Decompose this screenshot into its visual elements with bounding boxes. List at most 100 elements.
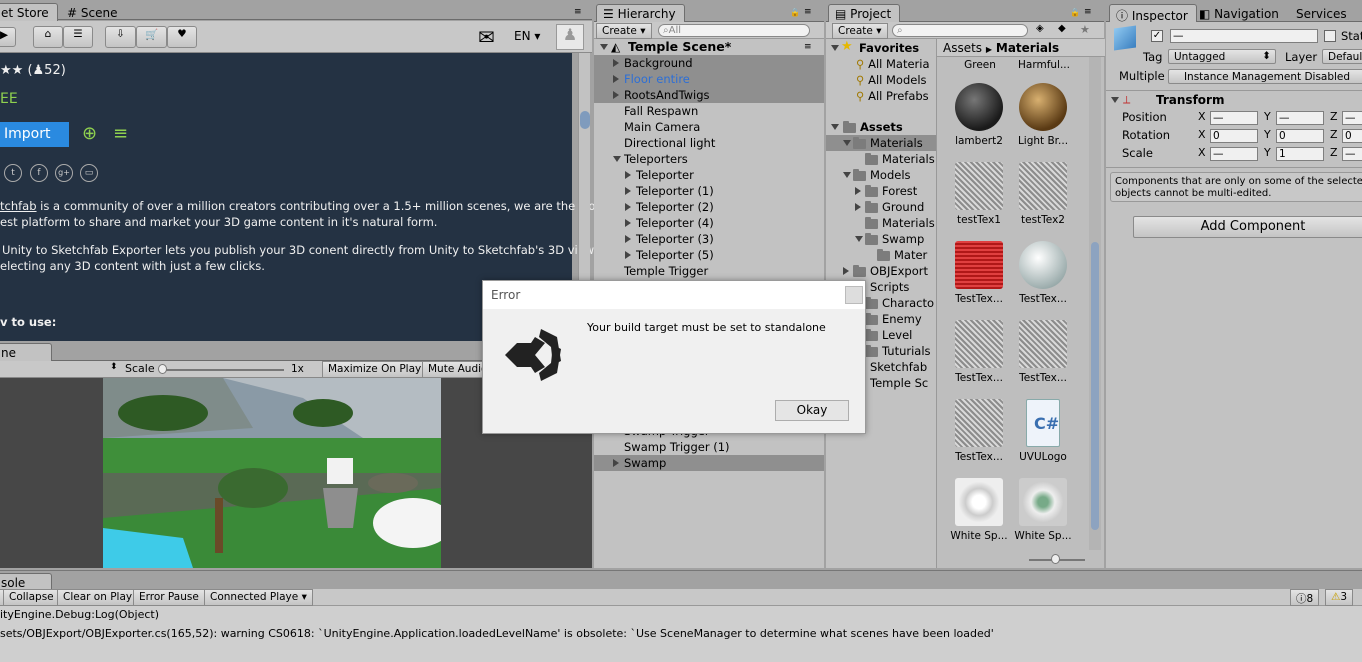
google-plus-icon[interactable]: g+ [55,164,73,182]
transform-header[interactable]: ⟂ Transform [1106,92,1362,108]
expand-down-icon[interactable] [855,236,863,242]
asset-thumbnail[interactable] [1019,241,1067,289]
transform-pos-z-field[interactable]: — [1342,111,1362,125]
static-checkbox[interactable] [1324,30,1336,42]
error-pause-toggle[interactable]: Error Pause [133,589,205,606]
console-log[interactable]: ityEngine.Debug:Log(Object) sets/OBJExpo… [0,606,1362,662]
mail-icon[interactable]: ✉ [478,25,495,49]
hierarchy-item[interactable]: Background [594,55,824,71]
project-folder-item[interactable]: Forest [826,183,936,199]
favorite-item[interactable]: ⚲ All Materia [856,56,930,72]
hierarchy-item[interactable]: Floor entire [594,71,824,87]
project-folder-item[interactable]: Models [826,167,936,183]
filter-label-icon[interactable]: ◆ [1058,23,1066,34]
asset-thumbnail[interactable] [1019,83,1067,131]
home-button[interactable]: ⌂ [33,26,63,48]
tab-navigation[interactable]: ◧ Navigation [1192,4,1288,22]
transform-rot-z-field[interactable]: 0 [1342,129,1362,143]
transform-scl-z-field[interactable]: — [1342,147,1362,161]
warning-count-toggle[interactable]: ⚠3 [1325,589,1354,606]
twitter-icon[interactable]: t [4,164,22,182]
hierarchy-item[interactable]: Fall Respawn [594,103,824,119]
tab-project[interactable]: ▤ Project [828,4,901,22]
breadcrumb-root[interactable]: Assets [943,41,982,55]
expand-down-icon[interactable] [613,156,621,162]
asset-thumbnail[interactable] [955,320,1003,368]
favorite-item[interactable]: ⚲ All Models [856,72,927,88]
project-folder-item[interactable]: Ground [826,199,936,215]
tab-hierarchy[interactable]: ☰ Hierarchy [596,4,685,22]
collapse-toggle[interactable]: Collapse [3,589,60,606]
hierarchy-create-dropdown[interactable]: Create ▾ [596,23,652,39]
hierarchy-item[interactable]: Teleporters [594,151,824,167]
project-folder-item[interactable]: Mater [826,247,936,263]
hierarchy-item[interactable]: Directional light [594,135,824,151]
tab-asset-store[interactable]: et Store [0,3,58,21]
hierarchy-item[interactable]: Swamp Trigger (1) [594,439,824,455]
hierarchy-item[interactable]: Teleporter (5) [594,247,824,263]
add-to-project-icon[interactable]: ⊕ [82,123,97,144]
instance-management-button[interactable]: Instance Management Disabled [1168,69,1362,84]
favorite-item[interactable]: ⚲ All Prefabs [856,88,929,104]
wishlist-button[interactable]: ♥ [167,26,197,48]
tag-dropdown[interactable]: Untagged ⬍ [1168,49,1276,64]
expand-right-icon[interactable] [613,75,619,83]
asset-thumbnail[interactable] [1019,478,1067,526]
lock-icon[interactable]: 🔒 [790,8,800,17]
hierarchy-item[interactable]: Main Camera [594,119,824,135]
hierarchy-item[interactable]: Teleporter (1) [594,183,824,199]
asset-thumbnail[interactable] [955,241,1003,289]
favorites-header[interactable]: ★ Favorites [826,39,936,56]
favorite-star-icon[interactable]: ★ [1080,23,1090,36]
expand-right-icon[interactable] [855,203,861,211]
expand-down-icon[interactable] [843,172,851,178]
downloads-button[interactable]: ⇩ [105,26,136,48]
project-folder-item[interactable]: Materials [826,135,936,151]
panel-menu-icon[interactable]: ≡ [1084,7,1092,17]
expand-right-icon[interactable] [625,251,631,259]
tab-game[interactable]: ne [0,343,52,361]
hierarchy-item[interactable]: Teleporter (4) [594,215,824,231]
transform-rot-y-field[interactable]: 0 [1276,129,1324,143]
tab-services[interactable]: Services [1289,4,1356,22]
tab-inspector[interactable]: ⓘ Inspector [1109,4,1197,23]
hierarchy-item[interactable]: RootsAndTwigs [594,87,824,103]
aspect-dropdown-arrow[interactable]: ⬍ [110,362,118,372]
asset-thumbnail[interactable]: C# [1026,399,1060,447]
project-search-input[interactable]: ⌕ [892,24,1028,37]
hierarchy-item[interactable]: Swamp [594,455,824,471]
scene-menu-icon[interactable]: ≡ [804,39,812,55]
list-button[interactable]: ☰ [63,26,93,48]
hierarchy-item[interactable]: Teleporter (2) [594,199,824,215]
forward-button[interactable]: ▶ [0,27,16,47]
log-line[interactable]: sets/OBJExport/OBJExporter.cs(165,52): w… [0,626,994,642]
transform-scl-x-field[interactable]: — [1210,147,1258,161]
asset-thumbnail[interactable] [1019,320,1067,368]
filter-type-icon[interactable]: ◈ [1036,23,1044,34]
project-folder-item[interactable]: Materials [826,151,936,167]
asset-thumbnail[interactable] [1019,162,1067,210]
close-button[interactable] [845,286,863,304]
hierarchy-search-input[interactable]: ⌕All [658,24,810,37]
add-to-list-icon[interactable]: ≡ [113,123,128,144]
project-folder-item[interactable]: OBJExport [826,263,936,279]
lock-icon[interactable]: 🔒 [1070,8,1080,17]
active-checkbox[interactable]: ✓ [1151,30,1163,42]
clear-on-play-toggle[interactable]: Clear on Play [57,589,139,606]
expand-right-icon[interactable] [843,267,849,275]
hierarchy-item[interactable]: Teleporter [594,167,824,183]
language-select[interactable]: EN ▾ [514,29,540,43]
project-create-dropdown[interactable]: Create ▾ [832,23,888,39]
project-folder-item[interactable]: Materials [826,215,936,231]
okay-button[interactable]: Okay [775,400,849,421]
maximize-on-play-toggle[interactable]: Maximize On Play [322,361,428,378]
add-component-button[interactable]: Add Component [1133,216,1362,238]
project-folder-item[interactable]: Swamp [826,231,936,247]
hierarchy-item[interactable]: Teleporter (3) [594,231,824,247]
object-name-field[interactable]: — [1170,29,1318,43]
transform-pos-y-field[interactable]: — [1276,111,1324,125]
scale-slider-thumb[interactable] [158,364,167,374]
expand-right-icon[interactable] [613,59,619,67]
asset-grid-scrollbar[interactable] [1089,57,1101,550]
thumbnail-size-thumb[interactable] [1051,554,1060,564]
